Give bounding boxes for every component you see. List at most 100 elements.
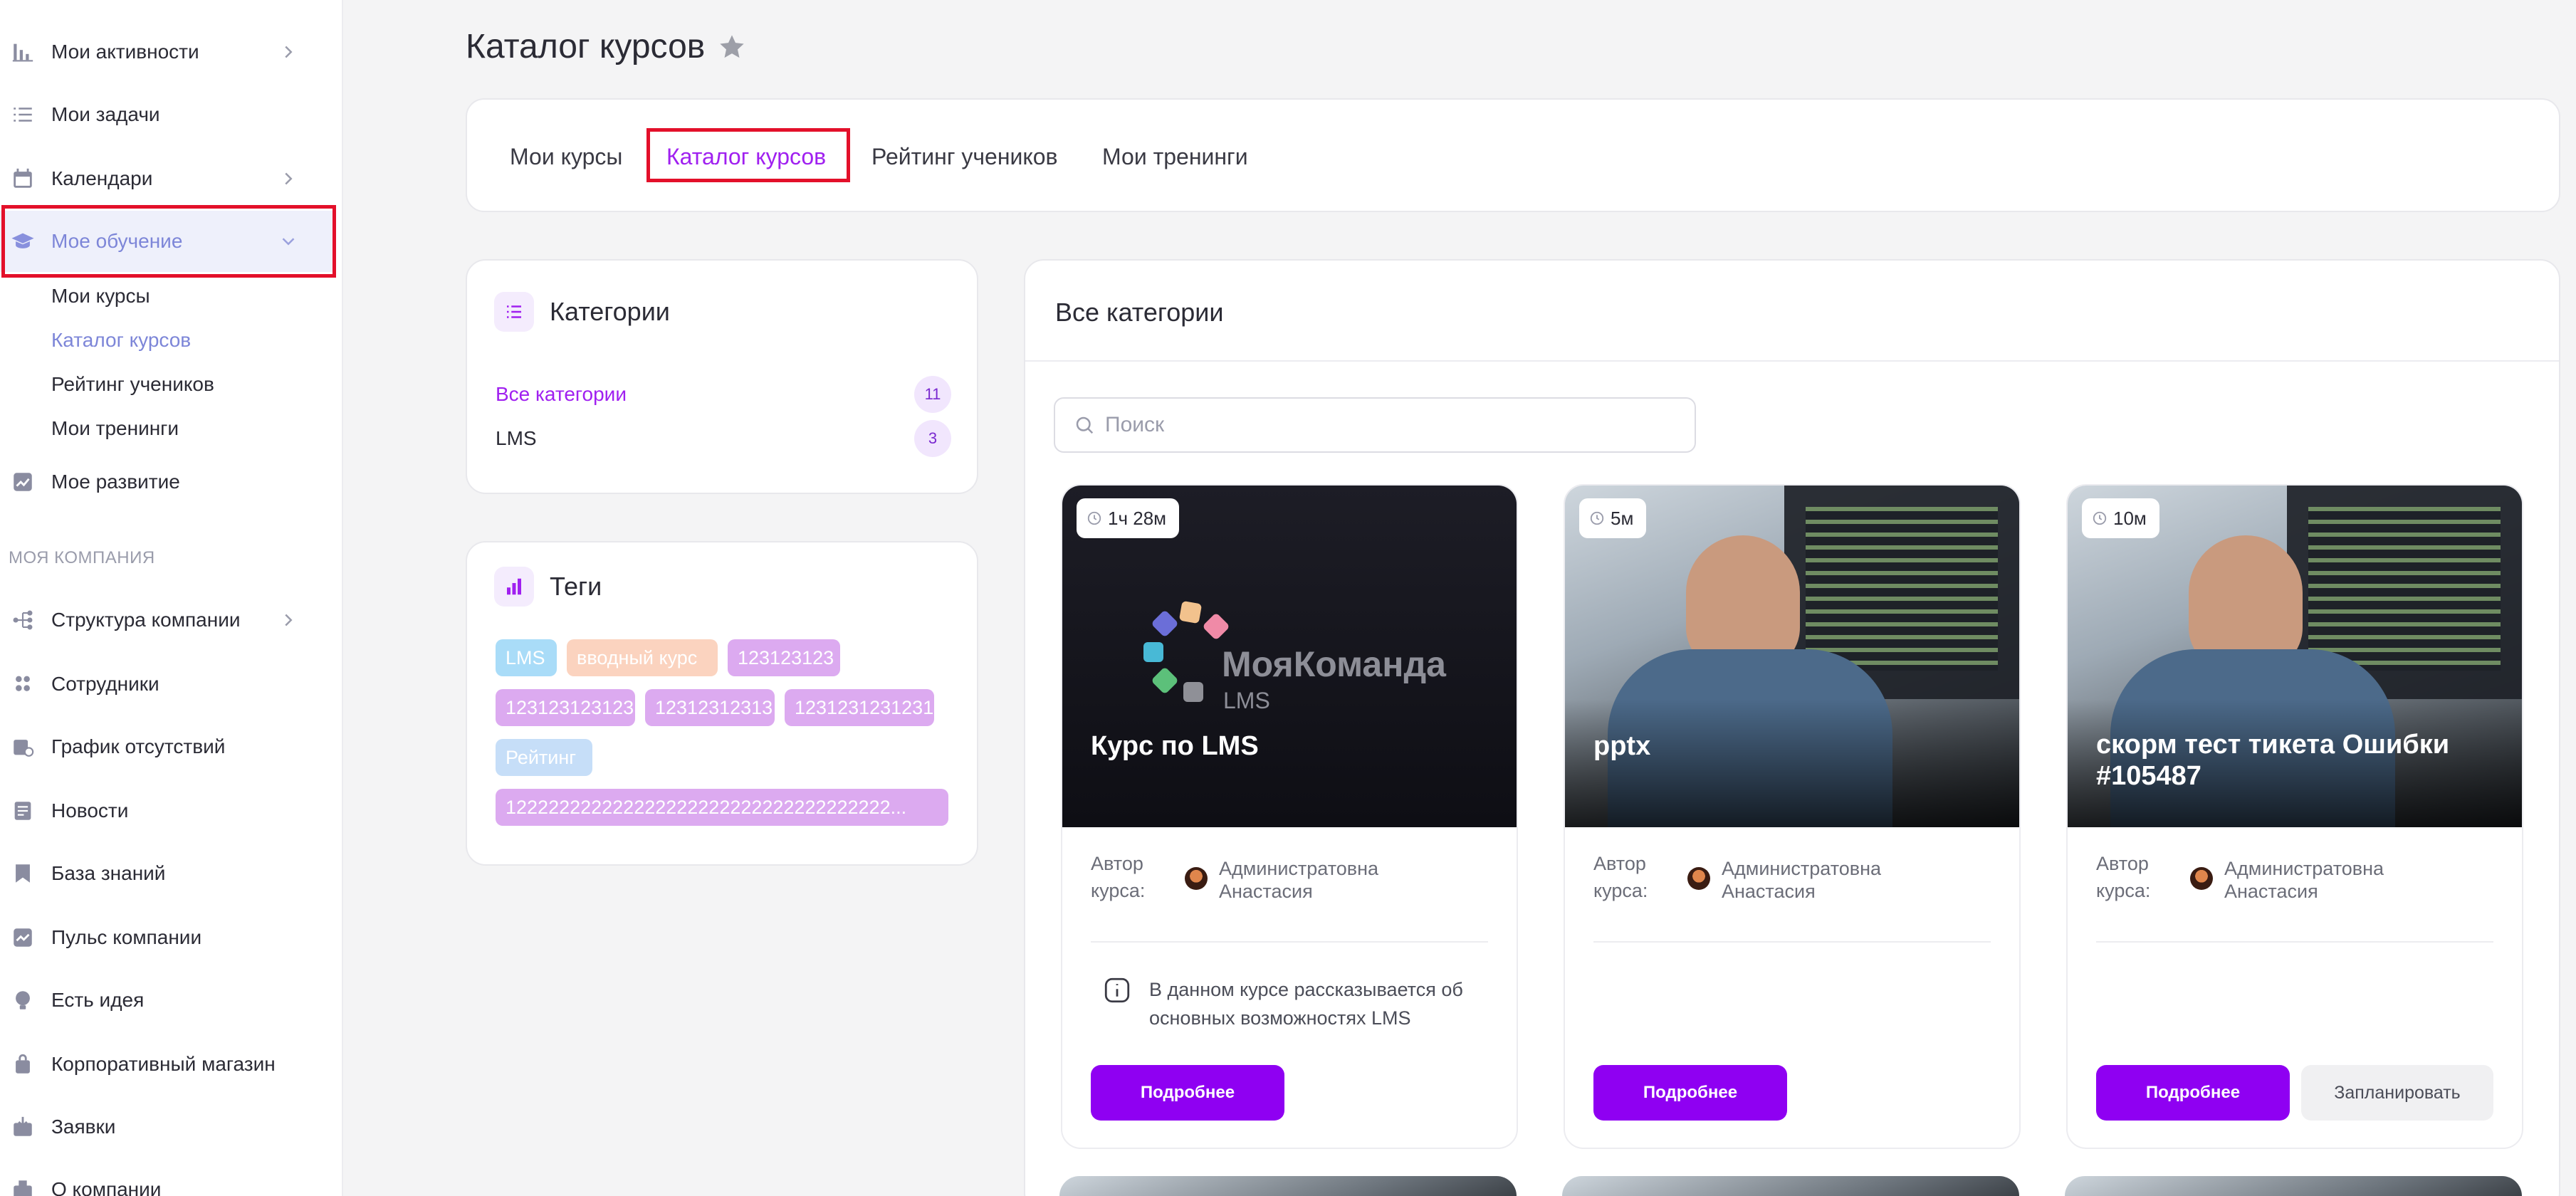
brand-logo-subtext: LMS bbox=[1223, 688, 1270, 713]
info-icon bbox=[1104, 977, 1130, 1003]
sidebar-item-company-structure[interactable]: Структура компании bbox=[0, 589, 335, 651]
course-card-partial[interactable] bbox=[1562, 1176, 2019, 1196]
sidebar-subitem-students-rating[interactable]: Рейтинг учеников bbox=[51, 373, 214, 396]
tab-my-trainings[interactable]: Мои тренинги bbox=[1102, 144, 1248, 170]
tab-course-catalog[interactable]: Каталог курсов bbox=[666, 144, 826, 170]
sidebar-item-idea[interactable]: Есть идея bbox=[0, 970, 335, 1031]
course-card-partial[interactable] bbox=[2065, 1176, 2522, 1196]
sidebar-subitem-my-courses[interactable]: Мои курсы bbox=[51, 285, 150, 308]
course-cover: МояКоманда LMS 1ч 28м Курс по LMS bbox=[1062, 486, 1517, 827]
sidebar-subitem-my-trainings[interactable]: Мои тренинги bbox=[51, 417, 179, 440]
sidebar-item-absence-schedule[interactable]: График отсутствий bbox=[0, 716, 335, 777]
sidebar-item-calendars[interactable]: Календари bbox=[0, 148, 335, 209]
cover-shade bbox=[1565, 699, 2019, 827]
avatar bbox=[1687, 867, 1710, 890]
inbox-icon bbox=[10, 1114, 36, 1140]
duration-text: 5м bbox=[1611, 507, 1634, 529]
page-title-text: Каталог курсов bbox=[466, 28, 706, 65]
search-input[interactable] bbox=[1105, 413, 1675, 437]
sidebar-item-activities[interactable]: Мои активности bbox=[0, 21, 335, 83]
growth-chart-icon bbox=[10, 469, 36, 495]
divider bbox=[1091, 941, 1488, 943]
sidebar-item-tasks[interactable]: Мои задачи bbox=[0, 84, 335, 145]
tag-chip[interactable]: 12312312313 bbox=[645, 689, 775, 726]
sidebar-item-label: Мое развитие bbox=[51, 471, 180, 493]
author-name: Администратовна Анастасия bbox=[1219, 858, 1379, 902]
course-card[interactable]: МояКоманда LMS 1ч 28м Курс по LMS Автор … bbox=[1061, 484, 1518, 1149]
all-categories-title: Все категории bbox=[1055, 298, 1224, 327]
more-button[interactable]: Подробнее bbox=[2096, 1065, 2290, 1121]
tag-chip[interactable]: 1231231231231 bbox=[785, 689, 934, 726]
clock-icon bbox=[1087, 511, 1101, 525]
tab-students-rating[interactable]: Рейтинг учеников bbox=[871, 144, 1058, 170]
course-card[interactable]: 5м pptx Автор курса: Администратовна Ана… bbox=[1564, 484, 2021, 1149]
category-item-lms[interactable]: LMS 3 bbox=[496, 420, 951, 457]
tags-header: Теги bbox=[494, 567, 602, 607]
author: Администратовна Анастасия bbox=[2190, 857, 2438, 903]
bookmark-icon bbox=[10, 861, 36, 886]
course-cover: 5м pptx bbox=[1565, 486, 2019, 827]
tag-chip[interactable]: 123123123123 bbox=[496, 689, 635, 726]
star-icon[interactable] bbox=[718, 33, 746, 61]
schedule-button[interactable]: Запланировать bbox=[2301, 1065, 2493, 1121]
task-list-icon bbox=[10, 102, 36, 127]
sidebar-item-employees[interactable]: Сотрудники bbox=[0, 654, 335, 715]
course-title: скорм тест тикета Ошибки #105487 bbox=[2096, 730, 2450, 791]
pulse-icon bbox=[10, 925, 36, 950]
more-button[interactable]: Подробнее bbox=[1091, 1065, 1284, 1121]
sidebar-item-about-company[interactable]: О компании bbox=[0, 1159, 335, 1196]
duration-text: 10м bbox=[2113, 507, 2147, 529]
sidebar-item-corporate-shop[interactable]: Корпоративный магазин bbox=[0, 1034, 335, 1095]
building-icon bbox=[10, 1177, 36, 1196]
tag-chip[interactable]: вводный курс bbox=[567, 639, 718, 676]
sidebar-item-label: Заявки bbox=[51, 1116, 116, 1138]
sidebar-item-requests[interactable]: Заявки bbox=[0, 1096, 335, 1158]
sidebar-item-label: Сотрудники bbox=[51, 673, 159, 695]
tag-chip[interactable]: LMS bbox=[496, 639, 557, 676]
tag-chip[interactable]: Рейтинг bbox=[496, 739, 592, 776]
category-item-all[interactable]: Все категории 11 bbox=[496, 376, 951, 413]
author: Администратовна Анастасия bbox=[1687, 857, 1935, 903]
course-card-partial[interactable] bbox=[1059, 1176, 1517, 1196]
tab-my-courses[interactable]: Мои курсы bbox=[510, 144, 622, 170]
course-title: pptx bbox=[1593, 731, 1651, 761]
avatar bbox=[2190, 867, 2213, 890]
chevron-right-icon bbox=[285, 614, 293, 626]
category-label: LMS bbox=[496, 427, 537, 449]
category-count-badge: 3 bbox=[914, 420, 951, 457]
course-title: Курс по LMS bbox=[1091, 731, 1259, 761]
sidebar-item-news[interactable]: Новости bbox=[0, 780, 335, 841]
course-cover: 10м скорм тест тикета Ошибки #105487 bbox=[2068, 486, 2522, 827]
more-button[interactable]: Подробнее bbox=[1593, 1065, 1787, 1121]
chevron-down-icon bbox=[282, 238, 295, 246]
calendar-icon bbox=[10, 166, 36, 192]
sidebar-item-knowledge-base[interactable]: База знаний bbox=[0, 843, 335, 904]
course-card[interactable]: 10м скорм тест тикета Ошибки #105487 Авт… bbox=[2066, 484, 2523, 1149]
search-box bbox=[1054, 397, 1696, 453]
categories-header: Категории bbox=[494, 292, 670, 332]
category-label: Все категории bbox=[496, 383, 627, 405]
sidebar-item-label: Корпоративный магазин bbox=[51, 1053, 276, 1075]
sidebar-item-label: Мои задачи bbox=[51, 103, 160, 125]
avatar bbox=[1185, 867, 1208, 890]
clock-icon bbox=[1590, 511, 1604, 525]
tag-chip[interactable]: 122222222222222222222222222222222222... bbox=[496, 789, 948, 826]
people-icon bbox=[10, 671, 36, 697]
author-label: Автор курса: bbox=[1091, 853, 1146, 901]
page-title: Каталог курсов bbox=[466, 27, 746, 66]
graduation-cap-icon bbox=[10, 229, 36, 254]
sidebar-item-my-learning[interactable]: Мое обучение bbox=[0, 211, 335, 272]
code-screen bbox=[2308, 507, 2501, 671]
divider bbox=[2096, 941, 2493, 943]
courses-panel: Все категории МояКоманда LMS 1ч 28м Курс… bbox=[1024, 259, 2560, 1196]
sidebar-subitem-course-catalog[interactable]: Каталог курсов bbox=[51, 329, 191, 352]
categories-card: Категории Все категории 11 LMS 3 bbox=[466, 259, 978, 494]
sidebar-section-title: МОЯ КОМПАНИЯ bbox=[9, 548, 155, 567]
duration-text: 1ч 28м bbox=[1108, 507, 1167, 529]
tag-chip[interactable]: 123123123 bbox=[728, 639, 840, 676]
lightbulb-icon bbox=[10, 987, 36, 1013]
author-label: Автор курса: bbox=[1593, 853, 1648, 901]
sidebar-item-company-pulse[interactable]: Пульс компании bbox=[0, 907, 335, 968]
categories-title: Категории bbox=[550, 297, 670, 326]
sidebar-item-development[interactable]: Мое развитие bbox=[0, 451, 335, 513]
